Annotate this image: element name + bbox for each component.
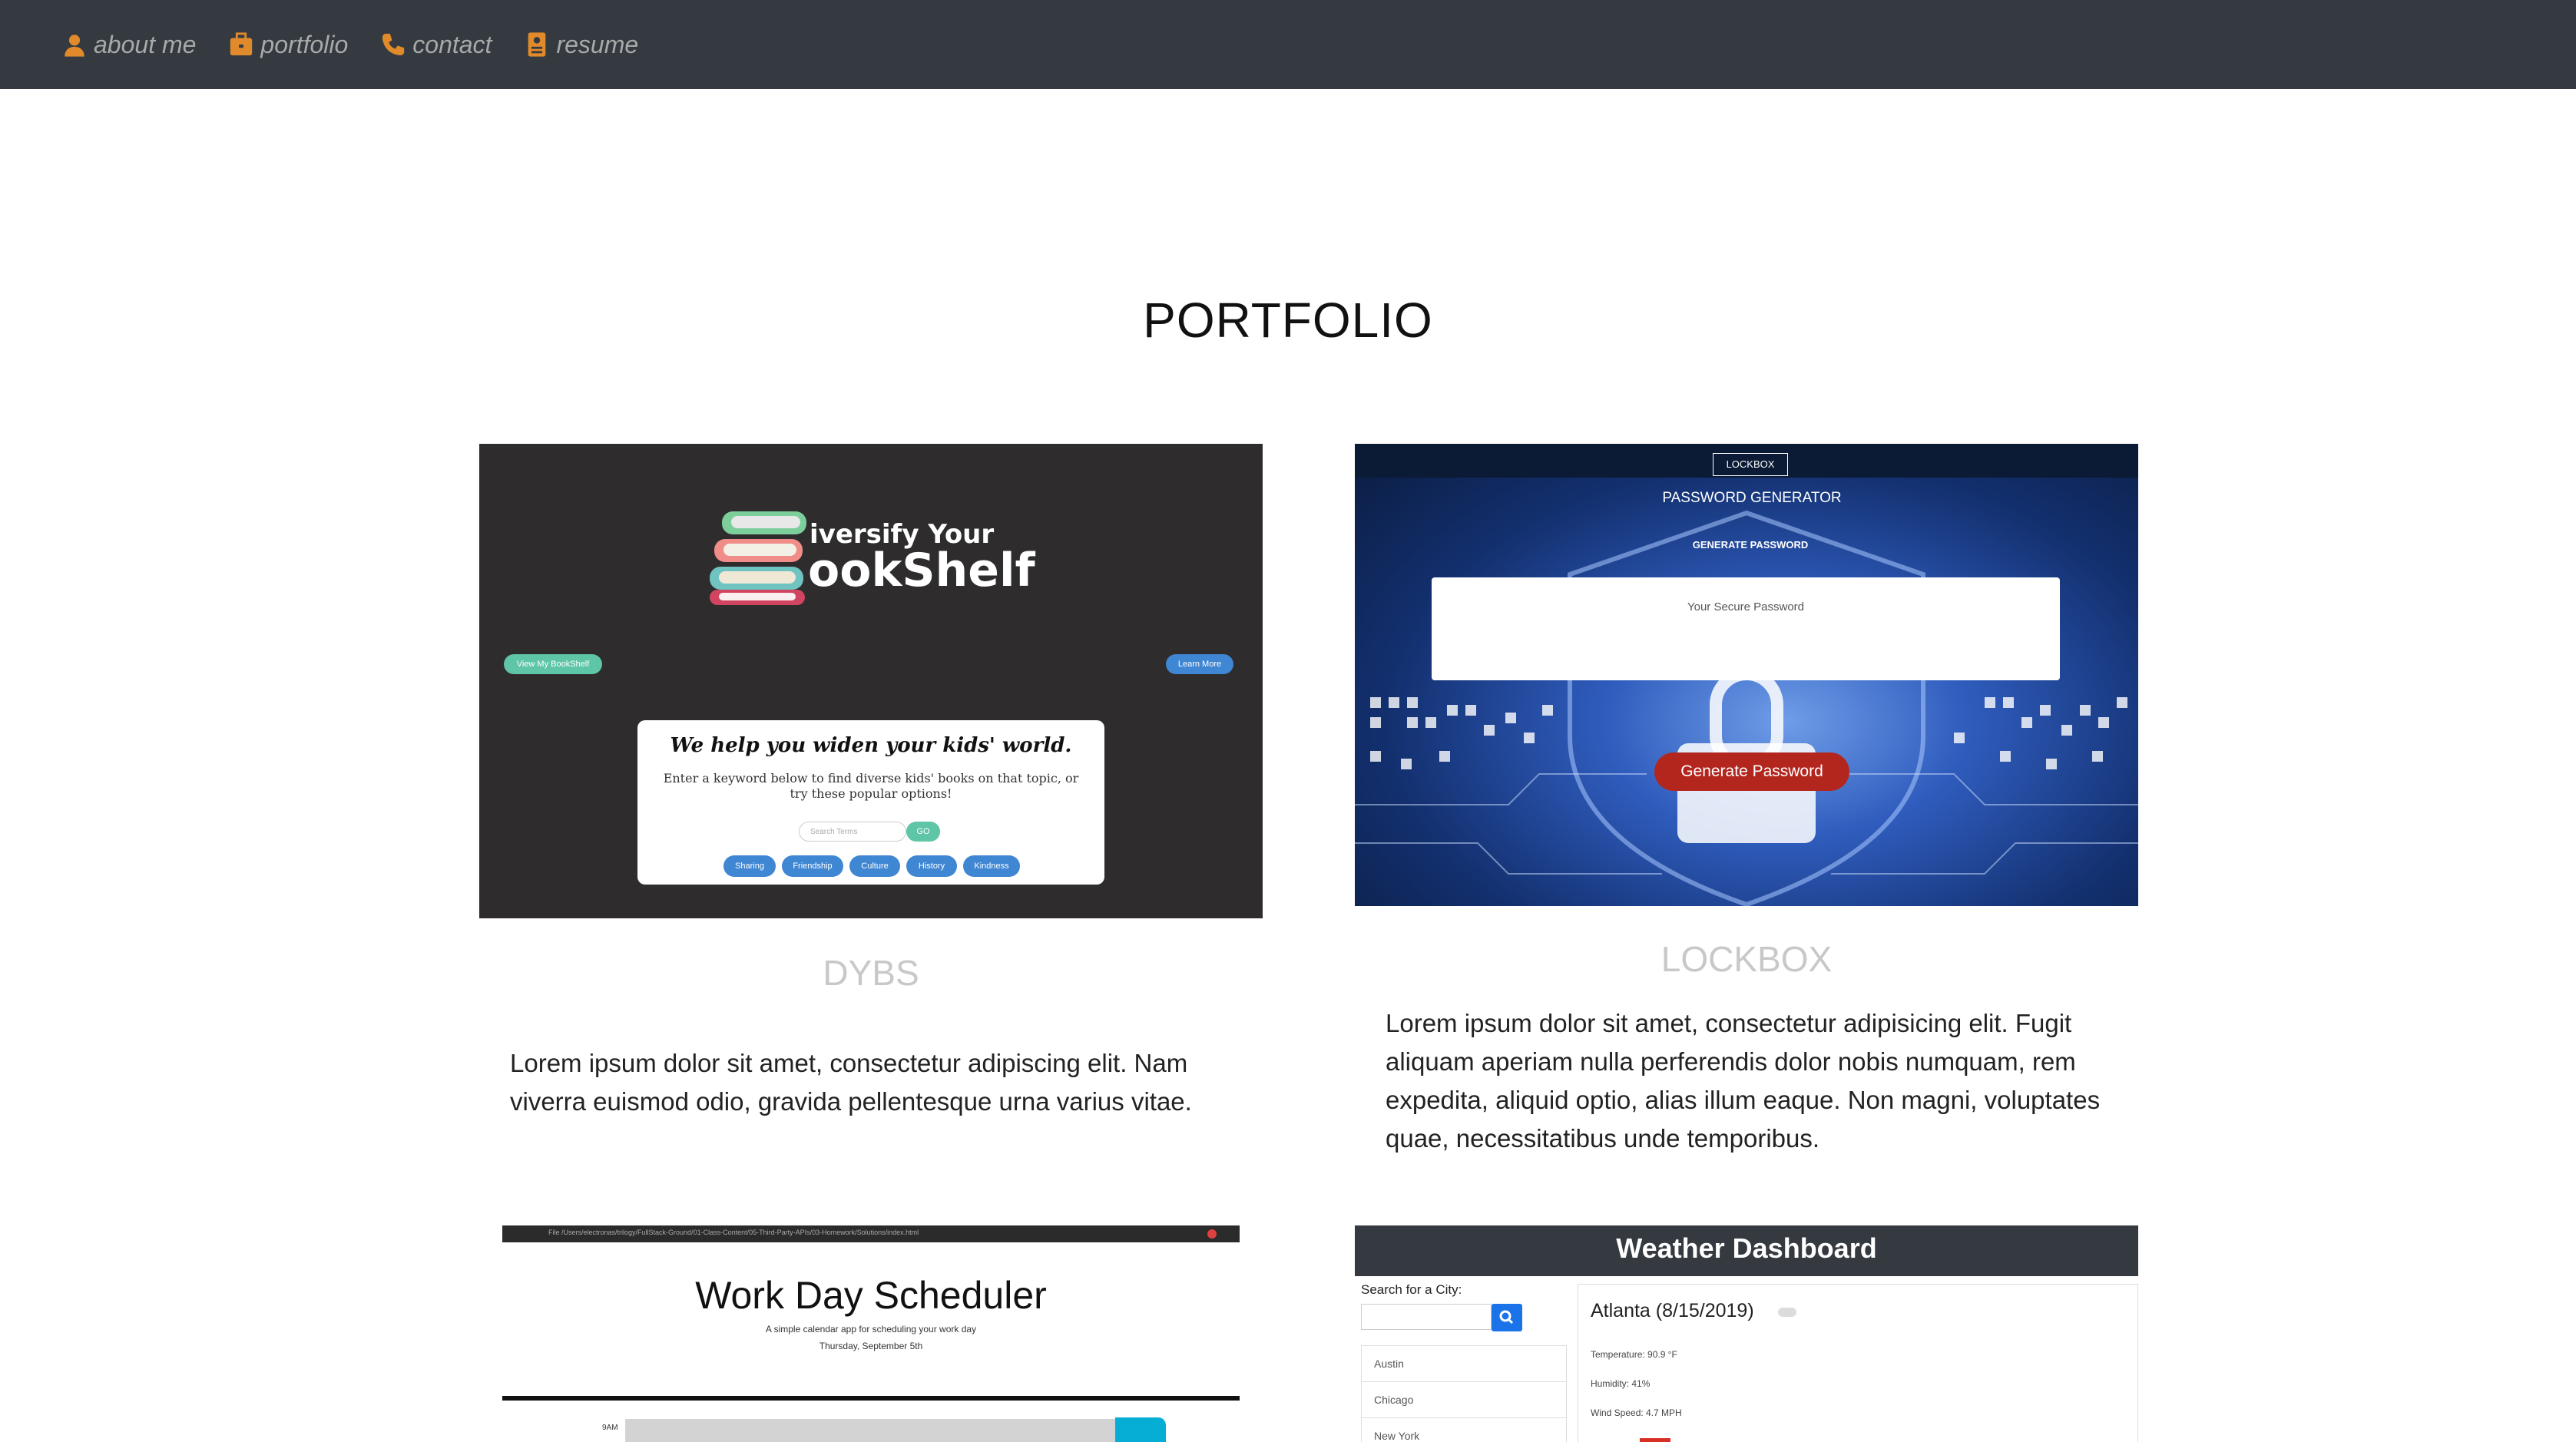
card-title: We help you widen your kids' world.	[670, 734, 1072, 757]
city-list-item[interactable]: Chicago	[1362, 1382, 1566, 1418]
current-city: Atlanta (8/15/2019)	[1591, 1300, 1754, 1321]
search-card: We help you widen your kids' world. Ente…	[637, 720, 1104, 885]
weather-dashboard-screenshot[interactable]: Weather Dashboard Search for a City: Aus…	[1355, 1225, 2138, 1442]
tag-button[interactable]: History	[906, 855, 957, 877]
briefcase-icon	[230, 32, 253, 56]
nav-contact[interactable]: contact	[380, 31, 492, 59]
navbar: about me portfolio contact resume	[0, 0, 2576, 89]
nav-label: resume	[556, 30, 639, 58]
city-search-input[interactable]	[1361, 1304, 1492, 1330]
temperature: Temperature: 90.9 °F	[1591, 1349, 1677, 1360]
hour-label: 9AM	[602, 1424, 618, 1432]
dybs-screenshot[interactable]: iversify Your ookShelf View My BookShelf…	[479, 444, 1263, 918]
work-day-scheduler-screenshot[interactable]: File /Users/electronas/trilogy/FullStack…	[502, 1225, 1240, 1442]
humidity: Humidity: 41%	[1591, 1378, 1651, 1389]
project-title: DYBS	[823, 953, 919, 993]
generator-heading: PASSWORD GENERATOR	[1662, 490, 1842, 506]
weather-icon	[1778, 1308, 1796, 1317]
search-label: Search for a City:	[1361, 1282, 1462, 1297]
brand-label: LOCKBOX	[1713, 453, 1788, 476]
divider	[502, 1396, 1240, 1401]
tag-button[interactable]: Sharing	[723, 855, 776, 877]
generator-subheading: GENERATE PASSWORD	[1692, 539, 1809, 551]
project-description: Lorem ipsum dolor sit amet, consectetur …	[1386, 1009, 2101, 1153]
phone-icon	[382, 33, 405, 56]
project-description: Lorem ipsum dolor sit amet, consectetur …	[510, 1049, 1192, 1116]
page-title: PORTFOLIO	[1143, 293, 1433, 348]
nav-portfolio[interactable]: portfolio	[228, 31, 348, 59]
tag-button[interactable]: Kindness	[963, 855, 1020, 877]
nav-label: contact	[412, 30, 492, 58]
generate-password-button[interactable]: Generate Password	[1654, 752, 1849, 791]
nav-label: about me	[94, 30, 197, 58]
city-list: Austin Chicago New York	[1361, 1345, 1567, 1442]
window-dot	[1207, 1229, 1217, 1239]
browser-url: File /Users/electronas/trilogy/FullStack…	[548, 1229, 919, 1236]
learn-more-button[interactable]: Learn More	[1166, 654, 1233, 674]
password-output[interactable]: Your Secure Password	[1432, 577, 2060, 680]
search-icon	[1499, 1310, 1514, 1325]
browser-bar: File /Users/electronas/trilogy/FullStack…	[502, 1225, 1240, 1242]
user-icon	[65, 35, 84, 57]
password-placeholder: Your Secure Password	[1687, 600, 1805, 614]
nav-label: portfolio	[260, 30, 349, 58]
city-list-item[interactable]: New York	[1362, 1418, 1566, 1442]
logo-line-2: ookShelf	[808, 544, 1035, 597]
wind-speed: Wind Speed: 4.7 MPH	[1591, 1407, 1682, 1418]
search-input[interactable]: Search Terms	[799, 822, 906, 842]
tag-button[interactable]: Friendship	[782, 855, 843, 877]
scheduler-subtitle: A simple calendar app for scheduling you…	[765, 1324, 977, 1335]
go-button[interactable]: GO	[906, 822, 940, 842]
search-button[interactable]	[1492, 1304, 1522, 1331]
nav-about-me[interactable]: about me	[61, 31, 196, 59]
document-icon	[528, 32, 546, 57]
nav-resume[interactable]: resume	[524, 31, 638, 59]
view-bookshelf-button[interactable]: View My BookShelf	[504, 654, 602, 674]
uv-badge	[1640, 1438, 1670, 1442]
hour-row-input[interactable]	[625, 1419, 1117, 1442]
current-weather-panel: Atlanta (8/15/2019) Temperature: 90.9 °F…	[1578, 1284, 2138, 1442]
save-button[interactable]	[1115, 1417, 1166, 1442]
books-logo-icon	[710, 511, 806, 605]
weather-header: Weather Dashboard	[1355, 1225, 2138, 1276]
project-title: LOCKBOX	[1660, 939, 1833, 979]
city-list-item[interactable]: Austin	[1362, 1346, 1566, 1382]
scheduler-title: Work Day Scheduler	[695, 1274, 1047, 1317]
lockbox-screenshot[interactable]: LOCKBOX PASSWORD GENERATOR GENERATE PASS…	[1355, 444, 2138, 906]
card-text: Enter a keyword below to find diverse ki…	[663, 771, 1079, 801]
scheduler-date: Thursday, September 5th	[819, 1341, 923, 1351]
tag-button[interactable]: Culture	[849, 855, 900, 877]
